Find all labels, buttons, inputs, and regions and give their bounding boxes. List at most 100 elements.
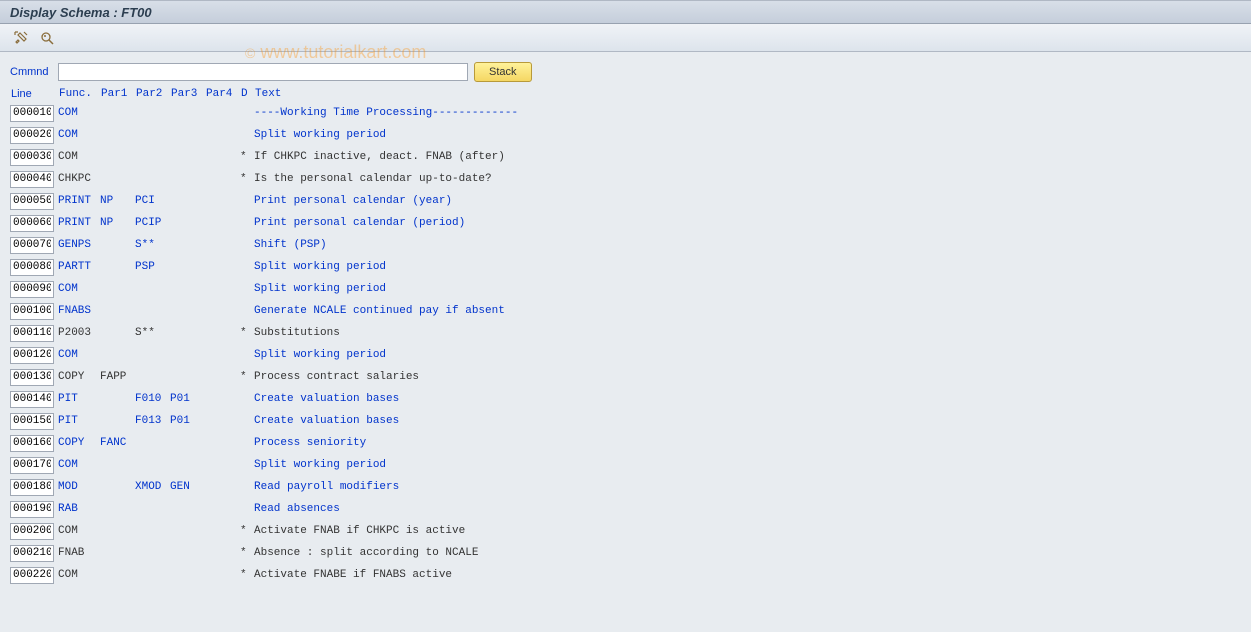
table-row: COM Split working period: [10, 124, 1241, 146]
page-title: Display Schema : FT00: [10, 5, 152, 20]
header-line: Line: [11, 88, 59, 100]
par1-cell[interactable]: FANC: [100, 437, 135, 449]
func-cell[interactable]: COPY: [58, 437, 100, 449]
text-cell: Process contract salaries: [254, 371, 1241, 383]
par1-cell[interactable]: NP: [100, 195, 135, 207]
func-cell[interactable]: MOD: [58, 481, 100, 493]
func-cell[interactable]: COM: [58, 129, 100, 141]
par2-cell[interactable]: PSP: [135, 261, 170, 273]
func-cell: FNAB: [58, 547, 100, 559]
table-row: COM*Activate FNAB if CHKPC is active: [10, 520, 1241, 542]
par2-cell[interactable]: F013: [135, 415, 170, 427]
command-label: Cmmnd: [10, 66, 52, 78]
line-number-input[interactable]: [10, 457, 54, 474]
par2-cell[interactable]: PCI: [135, 195, 170, 207]
line-number-input[interactable]: [10, 303, 54, 320]
line-number-input[interactable]: [10, 545, 54, 562]
display-icon[interactable]: [36, 28, 58, 48]
line-number-input[interactable]: [10, 149, 54, 166]
line-number-input[interactable]: [10, 413, 54, 430]
table-row: FNAB*Absence : split according to NCALE: [10, 542, 1241, 564]
text-cell[interactable]: Shift (PSP): [254, 239, 1241, 251]
line-number-input[interactable]: [10, 127, 54, 144]
line-number-input[interactable]: [10, 435, 54, 452]
text-cell[interactable]: Read absences: [254, 503, 1241, 515]
line-number-input[interactable]: [10, 215, 54, 232]
toggle-edit-icon[interactable]: [10, 28, 32, 48]
func-cell[interactable]: COM: [58, 107, 100, 119]
line-number-input[interactable]: [10, 479, 54, 496]
table-row: PIT F013P01 Create valuation bases: [10, 410, 1241, 432]
text-cell[interactable]: Split working period: [254, 459, 1241, 471]
line-number-input[interactable]: [10, 501, 54, 518]
line-number-input[interactable]: [10, 391, 54, 408]
text-cell: Substitutions: [254, 327, 1241, 339]
text-cell[interactable]: Process seniority: [254, 437, 1241, 449]
func-cell[interactable]: PIT: [58, 415, 100, 427]
par2-cell[interactable]: PCIP: [135, 217, 170, 229]
table-row: PRINTNPPCIP Print personal calendar (peri…: [10, 212, 1241, 234]
line-number-input[interactable]: [10, 171, 54, 188]
func-cell[interactable]: PIT: [58, 393, 100, 405]
text-cell[interactable]: Split working period: [254, 129, 1241, 141]
stack-button[interactable]: Stack: [474, 62, 532, 82]
text-cell: If CHKPC inactive, deact. FNAB (after): [254, 151, 1241, 163]
text-cell[interactable]: Read payroll modifiers: [254, 481, 1241, 493]
line-number-input[interactable]: [10, 193, 54, 210]
header-text: Text: [255, 88, 1241, 100]
table-row: COM*If CHKPC inactive, deact. FNAB (afte…: [10, 146, 1241, 168]
par2-cell[interactable]: F010: [135, 393, 170, 405]
grid-headers: Line Func. Par1 Par2 Par3 Par4 D Text: [10, 88, 1241, 100]
text-cell[interactable]: Print personal calendar (year): [254, 195, 1241, 207]
header-par1: Par1: [101, 88, 136, 100]
func-cell[interactable]: COM: [58, 459, 100, 471]
table-row: COM ----Working Time Processing----------…: [10, 102, 1241, 124]
table-row: PIT F010P01 Create valuation bases: [10, 388, 1241, 410]
par2-cell[interactable]: XMOD: [135, 481, 170, 493]
d-cell: *: [240, 547, 254, 559]
table-row: COM*Activate FNABE if FNABS active: [10, 564, 1241, 586]
text-cell[interactable]: Split working period: [254, 261, 1241, 273]
line-number-input[interactable]: [10, 237, 54, 254]
func-cell[interactable]: PRINT: [58, 195, 100, 207]
command-row: Cmmnd Stack: [10, 62, 1241, 82]
grid-body: COM ----Working Time Processing----------…: [10, 102, 1241, 586]
par3-cell[interactable]: P01: [170, 415, 205, 427]
text-cell[interactable]: Split working period: [254, 349, 1241, 361]
text-cell[interactable]: Generate NCALE continued pay if absent: [254, 305, 1241, 317]
toolbar: [0, 24, 1251, 52]
text-cell[interactable]: ----Working Time Processing-------------: [254, 107, 1241, 119]
par1-cell[interactable]: NP: [100, 217, 135, 229]
func-cell[interactable]: GENPS: [58, 239, 100, 251]
func-cell[interactable]: COM: [58, 349, 100, 361]
par2-cell[interactable]: S**: [135, 239, 170, 251]
line-number-input[interactable]: [10, 347, 54, 364]
func-cell[interactable]: PRINT: [58, 217, 100, 229]
line-number-input[interactable]: [10, 567, 54, 584]
line-number-input[interactable]: [10, 259, 54, 276]
line-number-input[interactable]: [10, 105, 54, 122]
func-cell[interactable]: COM: [58, 283, 100, 295]
d-cell: *: [240, 525, 254, 537]
func-cell[interactable]: RAB: [58, 503, 100, 515]
func-cell: CHKPC: [58, 173, 100, 185]
line-number-input[interactable]: [10, 325, 54, 342]
func-cell[interactable]: PARTT: [58, 261, 100, 273]
header-par4: Par4: [206, 88, 241, 100]
table-row: COM Split working period: [10, 454, 1241, 476]
text-cell[interactable]: Split working period: [254, 283, 1241, 295]
text-cell[interactable]: Print personal calendar (period): [254, 217, 1241, 229]
d-cell: *: [240, 151, 254, 163]
text-cell[interactable]: Create valuation bases: [254, 415, 1241, 427]
line-number-input[interactable]: [10, 281, 54, 298]
command-input[interactable]: [58, 63, 468, 81]
line-number-input[interactable]: [10, 369, 54, 386]
func-cell[interactable]: FNABS: [58, 305, 100, 317]
header-d: D: [241, 88, 255, 100]
table-row: PRINTNPPCI Print personal calendar (year): [10, 190, 1241, 212]
func-cell: COPY: [58, 371, 100, 383]
text-cell[interactable]: Create valuation bases: [254, 393, 1241, 405]
par3-cell[interactable]: GEN: [170, 481, 205, 493]
line-number-input[interactable]: [10, 523, 54, 540]
par3-cell[interactable]: P01: [170, 393, 205, 405]
